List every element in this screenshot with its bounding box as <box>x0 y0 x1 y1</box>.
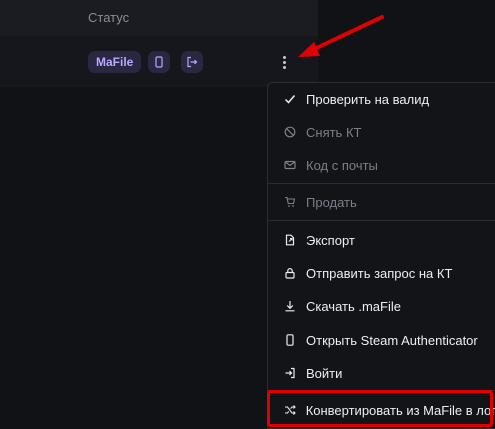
menu-item-open-steam-authenticator[interactable]: Открыть Steam Authenticator <box>268 325 495 355</box>
export-icon <box>283 233 297 247</box>
row-actions-kebab-button[interactable] <box>278 52 290 72</box>
ban-icon <box>283 125 297 139</box>
cart-icon <box>283 195 297 209</box>
table-row: MaFile <box>0 36 318 87</box>
phone-icon <box>283 333 297 347</box>
menu-item-sell[interactable]: Продать <box>268 187 495 217</box>
lock-icon <box>283 266 297 280</box>
menu-item-check-valid[interactable]: Проверить на валид <box>268 84 495 114</box>
phone-button[interactable] <box>148 51 170 73</box>
check-icon <box>283 92 297 106</box>
download-icon <box>283 299 297 313</box>
login-icon <box>187 56 198 68</box>
column-header-status: Статус <box>88 10 130 25</box>
mail-icon <box>283 158 297 172</box>
menu-divider <box>268 220 495 221</box>
table-header: Статус <box>0 0 318 36</box>
annotation-highlight-box <box>267 390 493 427</box>
login-button[interactable] <box>181 51 203 73</box>
menu-item-login[interactable]: Войти <box>268 358 495 388</box>
phone-icon <box>155 56 163 68</box>
row-actions-menu: Проверить на валид Снять КТ Код с почты … <box>267 82 495 429</box>
menu-item-email-code[interactable]: Код с почты <box>268 150 495 180</box>
mafile-badge[interactable]: MaFile <box>88 51 142 73</box>
menu-divider <box>268 183 495 184</box>
menu-item-download-mafile[interactable]: Скачать .maFile <box>268 291 495 321</box>
annotation-arrow <box>298 15 384 57</box>
login-icon <box>283 366 297 380</box>
menu-item-send-kt-request[interactable]: Отправить запрос на КТ <box>268 258 495 288</box>
menu-item-export[interactable]: Экспорт <box>268 225 495 255</box>
menu-item-remove-kt[interactable]: Снять КТ <box>268 117 495 147</box>
